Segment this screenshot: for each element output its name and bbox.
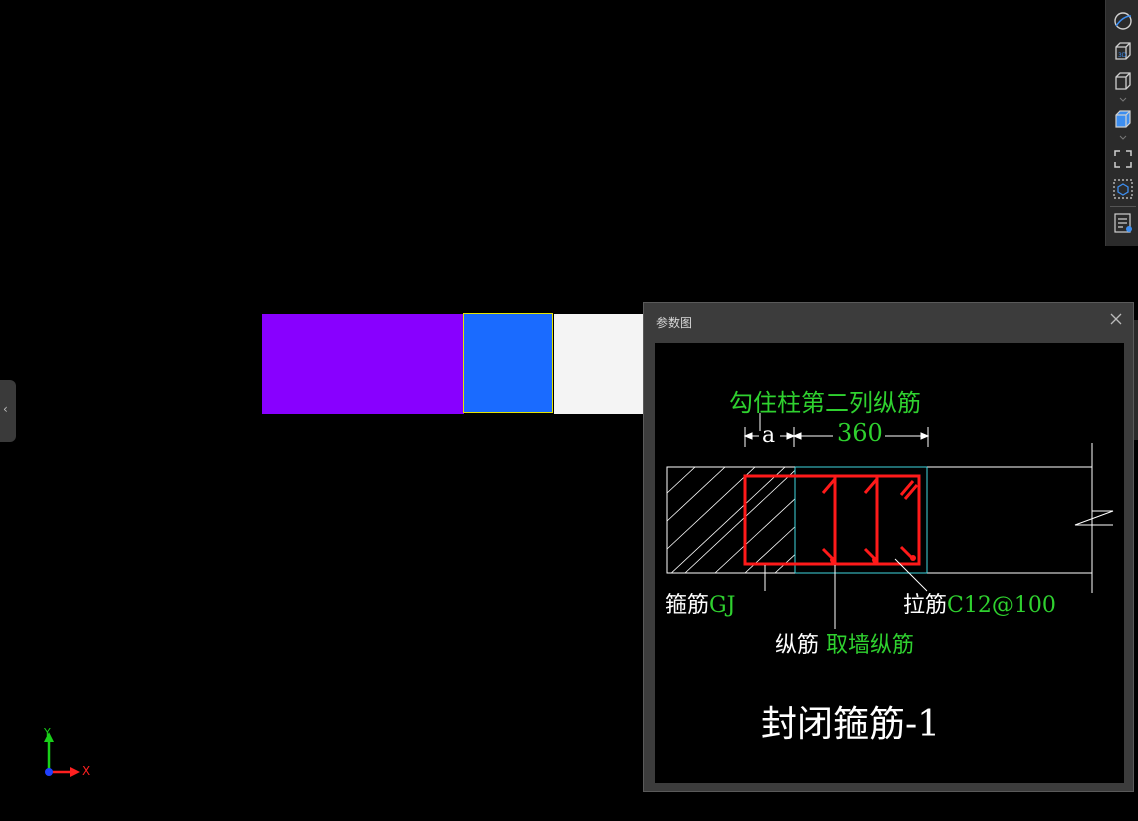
left-panel-toggle[interactable]: ‹ — [0, 380, 16, 442]
solid-cube-icon[interactable] — [1110, 106, 1136, 132]
right-edge-handle — [1134, 320, 1138, 440]
view-toolbar: 3D — [1105, 0, 1138, 246]
stirrup-label-value: GJ — [709, 593, 736, 618]
longitudinal-label-value: 取墙纵筋 — [826, 633, 915, 658]
orbit-icon[interactable] — [1110, 8, 1136, 34]
stirrup-label: 箍筋GJ — [665, 587, 735, 619]
wall-segment-purple[interactable] — [262, 314, 464, 414]
dim-a-label: a — [762, 423, 776, 448]
view-3d-icon[interactable]: 3D — [1110, 38, 1136, 64]
axis-x-label: X — [82, 764, 91, 778]
parameter-diagram-dialog: 参数图 勾住柱第二列纵筋 a 360 箍筋GJ 拉筋C12@100 纵筋 取墙纵… — [643, 302, 1134, 792]
properties-list-icon[interactable] — [1110, 210, 1136, 236]
axis-y-label: Y — [44, 726, 51, 739]
select-box-icon[interactable] — [1110, 176, 1136, 202]
diagram-canvas: 勾住柱第二列纵筋 a 360 箍筋GJ 拉筋C12@100 纵筋 取墙纵筋 封闭… — [655, 343, 1124, 783]
close-icon[interactable] — [1109, 312, 1123, 326]
top-note: 勾住柱第二列纵筋 — [729, 389, 921, 417]
svg-text:3D: 3D — [1118, 52, 1127, 59]
zoom-extents-icon[interactable] — [1110, 146, 1136, 172]
stirrup-rebar — [743, 474, 921, 566]
dialog-title: 参数图 — [656, 316, 693, 330]
dim-value: 360 — [837, 419, 883, 447]
diagram-caption: 封闭箍筋-1 — [761, 704, 941, 745]
longitudinal-label-prefix: 纵筋 — [775, 633, 820, 658]
caret-down-icon — [1119, 135, 1127, 140]
caret-down-icon — [1119, 97, 1127, 102]
tie-label-prefix: 拉筋 — [903, 593, 948, 618]
tie-label-value: C12@100 — [947, 593, 1056, 618]
longitudinal-label: 纵筋 取墙纵筋 — [775, 627, 914, 659]
column-selected[interactable] — [463, 313, 553, 413]
toolbar-divider — [1110, 206, 1136, 207]
wall-segment-white[interactable] — [554, 314, 646, 414]
stirrup-label-prefix: 箍筋 — [665, 593, 710, 618]
tie-label: 拉筋C12@100 — [903, 587, 1056, 619]
view-cube-icon[interactable] — [1110, 68, 1136, 94]
chevron-left-icon: ‹ — [3, 402, 8, 416]
